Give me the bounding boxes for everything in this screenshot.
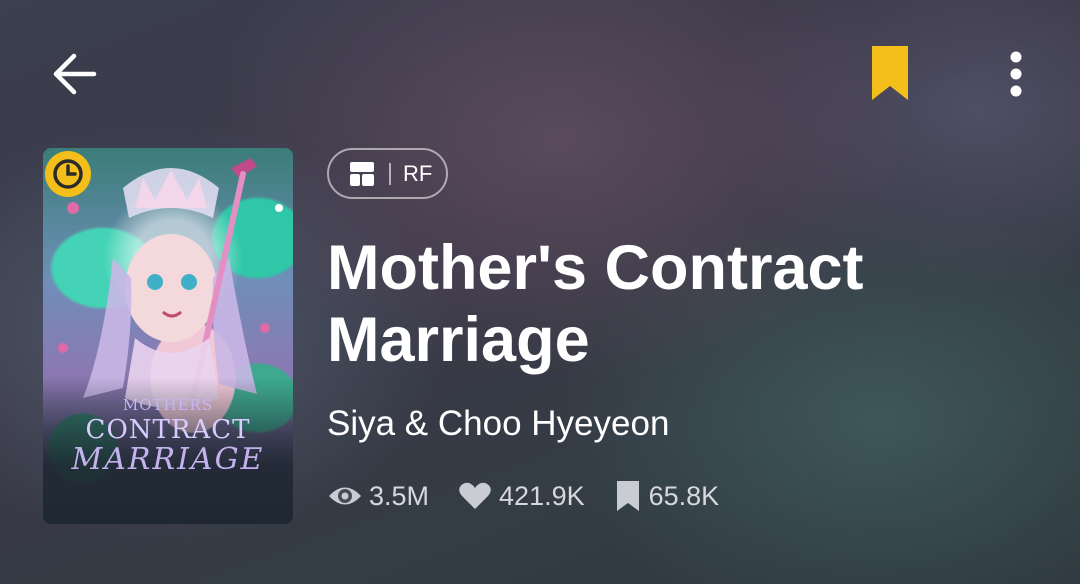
likes-stat: 421.9K (457, 481, 585, 512)
back-button[interactable] (44, 46, 104, 102)
more-options-button[interactable] (994, 44, 1038, 104)
likes-count: 421.9K (499, 480, 585, 511)
top-bar (0, 0, 1080, 140)
cover-title-line3: MARRIAGE (71, 442, 265, 477)
series-author[interactable]: Siya & Choo Hyeyeon (327, 404, 669, 444)
series-info: RF Mother's Contract Marriage Siya & Cho… (327, 148, 1047, 511)
wait-free-badge (45, 151, 91, 197)
bookmark-button[interactable] (862, 40, 918, 106)
eye-icon (329, 487, 361, 505)
cover-image[interactable]: MOTHERS CONTRACT MARRIAGE (43, 148, 293, 524)
cover-title-line1: MOTHERS (122, 396, 214, 414)
views-count: 3.5M (369, 480, 430, 511)
bookmarks-stat: 65.8K (613, 479, 720, 513)
cover-title-art: MOTHERS CONTRACT MARRIAGE (43, 398, 293, 475)
more-vertical-icon (1010, 51, 1022, 97)
stats-row: 3.5M 421.9K 65.8K (327, 478, 747, 514)
arrow-left-icon (53, 53, 97, 95)
clock-icon (53, 159, 83, 189)
bookmark-icon (872, 46, 908, 100)
layout-grid-icon (350, 161, 374, 186)
format-genre-chip[interactable]: RF (327, 148, 449, 199)
series-title: Mother's Contract Marriage (327, 233, 864, 375)
chip-divider (389, 162, 391, 185)
heart-icon (459, 482, 491, 509)
genre-label: RF (403, 160, 433, 186)
bookmarks-count: 65.8K (648, 480, 720, 511)
bookmark-outline-icon (616, 481, 639, 511)
views-stat: 3.5M (327, 481, 429, 512)
cover-title-line2: CONTRACT (85, 415, 251, 445)
